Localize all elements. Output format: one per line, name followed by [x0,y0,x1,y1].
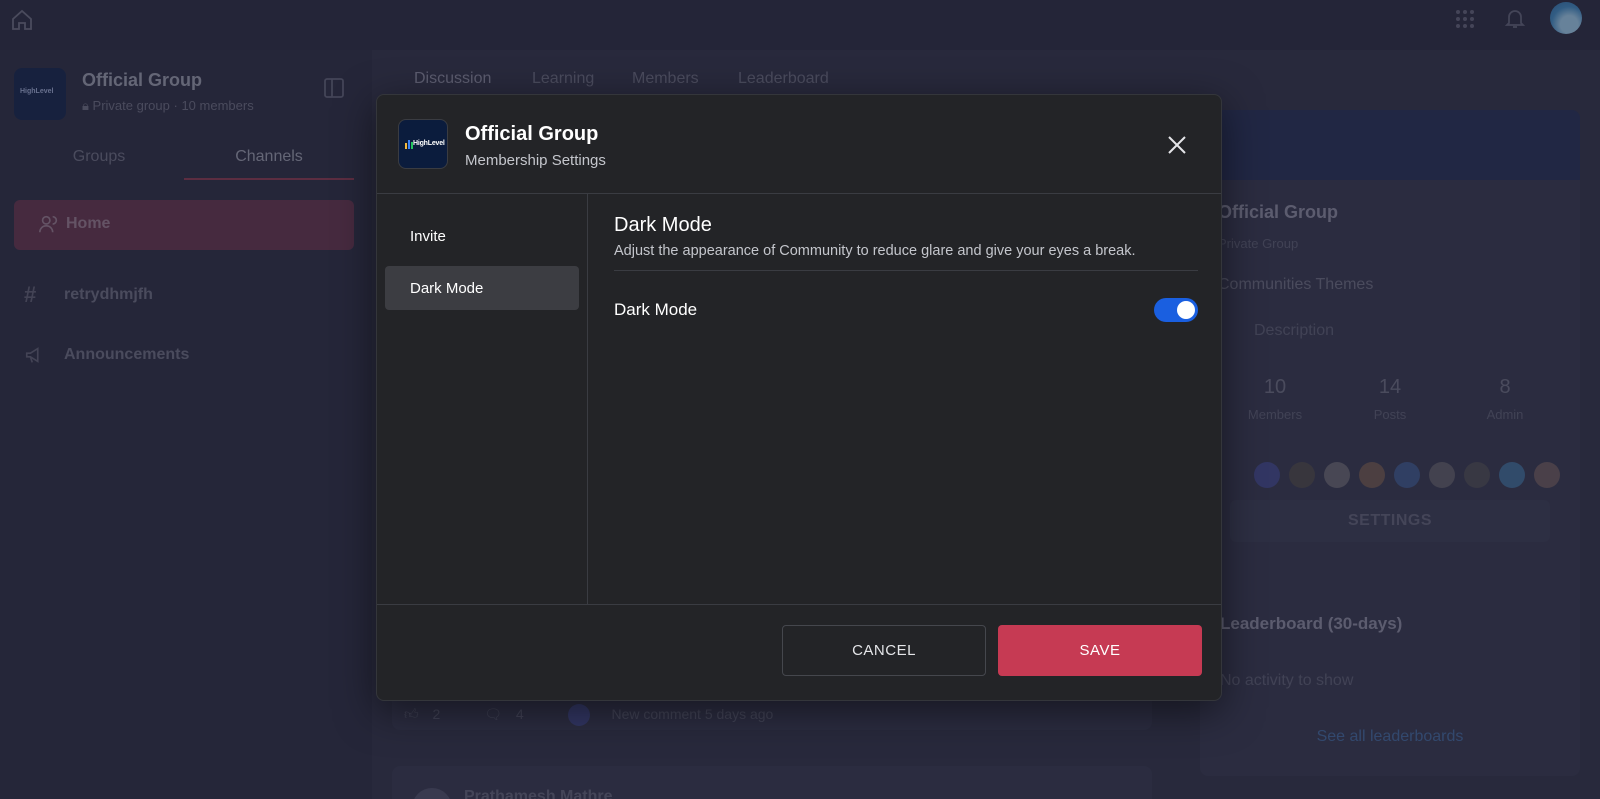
menu-item-invite[interactable]: Invite [385,214,579,258]
dark-mode-toggle[interactable] [1154,298,1198,322]
toggle-knob [1177,301,1195,319]
save-button[interactable]: SAVE [998,625,1202,676]
divider [377,604,1221,605]
close-icon[interactable] [1167,135,1187,155]
menu-item-dark-mode[interactable]: Dark Mode [385,266,579,310]
membership-settings-modal: HighLevel Official Group Membership Sett… [376,94,1222,701]
modal-group-logo: HighLevel [398,119,448,169]
cancel-button[interactable]: CANCEL [782,625,986,676]
section-title: Dark Mode [614,214,712,236]
section-description: Adjust the appearance of Community to re… [614,243,1136,259]
logo-text: HighLevel [413,140,445,147]
settings-menu: Invite Dark Mode [377,194,588,604]
dark-mode-toggle-label: Dark Mode [614,300,698,319]
modal-subtitle: Membership Settings [465,152,606,169]
divider [614,270,1198,271]
modal-title: Official Group [465,123,599,145]
logo-bars-icon [405,140,413,149]
